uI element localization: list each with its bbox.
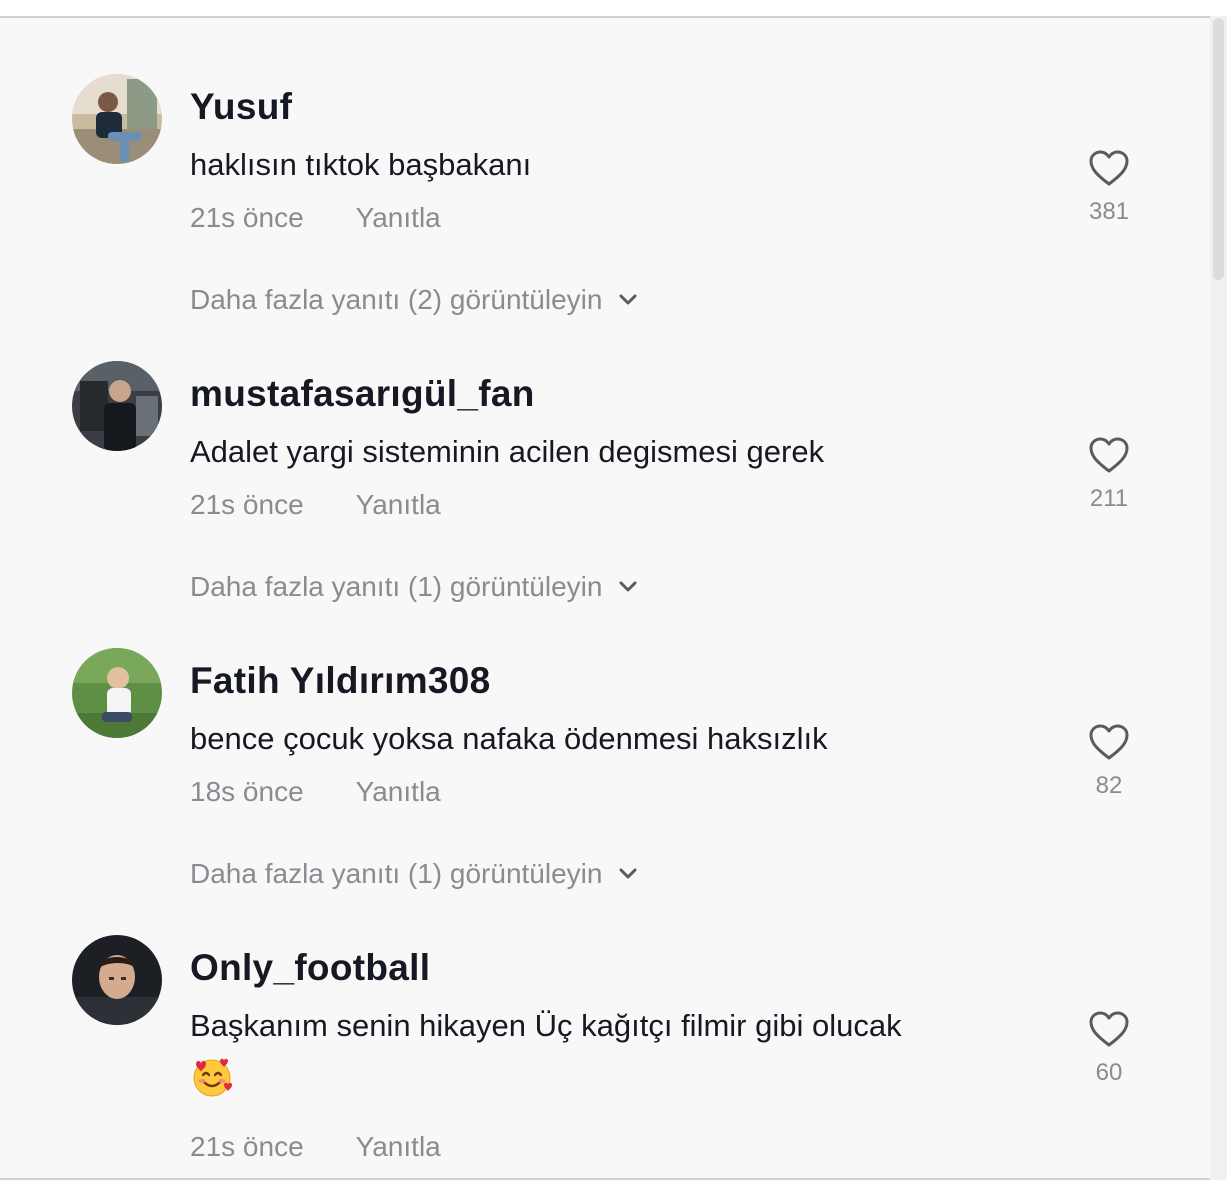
comment-time: 21s önce: [190, 1131, 304, 1162]
comments-panel: Yusuf haklısın tıktok başbakanı 21s önce…: [0, 16, 1210, 1180]
view-more-replies-label: Daha fazla yanıtı (1) görüntüleyin: [190, 858, 603, 889]
comment-time: 21s önce: [190, 202, 304, 233]
view-more-replies-label: Daha fazla yanıtı (1) görüntüleyin: [190, 571, 603, 602]
avatar-image: [72, 935, 162, 1025]
comment-text-body: Başkanım senin hikayen Üç kağıtçı filmir…: [190, 1008, 902, 1043]
view-more-replies-label: Daha fazla yanıtı (2) görüntüleyin: [190, 284, 603, 315]
like-control: 60: [1080, 1009, 1138, 1087]
avatar[interactable]: [72, 361, 162, 451]
like-count: 60: [1095, 1059, 1123, 1086]
like-count: 82: [1095, 772, 1123, 799]
avatar[interactable]: [72, 648, 162, 738]
comment-username[interactable]: mustafasarıgül_fan: [190, 373, 535, 415]
comment-username[interactable]: Fatih Yıldırım308: [190, 660, 491, 702]
reply-button[interactable]: Yanıtla: [356, 1131, 441, 1162]
comment-time: 21s önce: [190, 489, 304, 520]
view-more-replies-button[interactable]: Daha fazla yanıtı (1) görüntüleyin: [190, 858, 640, 890]
comment-username[interactable]: Yusuf: [190, 86, 292, 128]
comment-meta: 18s önce Yanıtla: [190, 776, 441, 808]
scrollbar[interactable]: [1210, 16, 1227, 1180]
comment-text: Başkanım senin hikayen Üç kağıtçı filmir…: [190, 1001, 1030, 1099]
reply-button[interactable]: Yanıtla: [356, 489, 441, 520]
avatar[interactable]: [72, 74, 162, 164]
avatar-image: [72, 361, 162, 451]
reply-button[interactable]: Yanıtla: [356, 202, 441, 233]
comment-text: haklısın tıktok başbakanı: [190, 147, 532, 182]
chevron-down-icon: [619, 581, 637, 592]
comment-text: bence çocuk yoksa nafaka ödenmesi haksız…: [190, 721, 828, 756]
like-control: 82: [1080, 722, 1138, 800]
smiling-face-with-hearts-icon: [193, 1058, 232, 1097]
like-control: 211: [1080, 435, 1138, 513]
comment-meta: 21s önce Yanıtla: [190, 1131, 441, 1163]
view-more-replies-button[interactable]: Daha fazla yanıtı (2) görüntüleyin: [190, 284, 640, 316]
heart-outline-icon[interactable]: [1087, 148, 1131, 188]
comment-time: 18s önce: [190, 776, 304, 807]
heart-outline-icon[interactable]: [1087, 722, 1131, 762]
avatar-image: [72, 74, 162, 164]
comment-username[interactable]: Only_football: [190, 947, 430, 989]
like-count: 211: [1089, 485, 1129, 512]
scrollbar-thumb[interactable]: [1213, 18, 1224, 280]
comment-meta: 21s önce Yanıtla: [190, 202, 441, 234]
heart-outline-icon[interactable]: [1087, 435, 1131, 475]
heart-outline-icon[interactable]: [1087, 1009, 1131, 1049]
comment-meta: 21s önce Yanıtla: [190, 489, 441, 521]
avatar[interactable]: [72, 935, 162, 1025]
avatar-image: [72, 648, 162, 738]
chevron-down-icon: [619, 868, 637, 879]
like-control: 381: [1080, 148, 1138, 226]
view-more-replies-button[interactable]: Daha fazla yanıtı (1) görüntüleyin: [190, 571, 640, 603]
like-count: 381: [1088, 198, 1130, 225]
reply-button[interactable]: Yanıtla: [356, 776, 441, 807]
chevron-down-icon: [619, 294, 637, 305]
comment-text: Adalet yargi sisteminin acilen degismesi…: [190, 434, 825, 469]
